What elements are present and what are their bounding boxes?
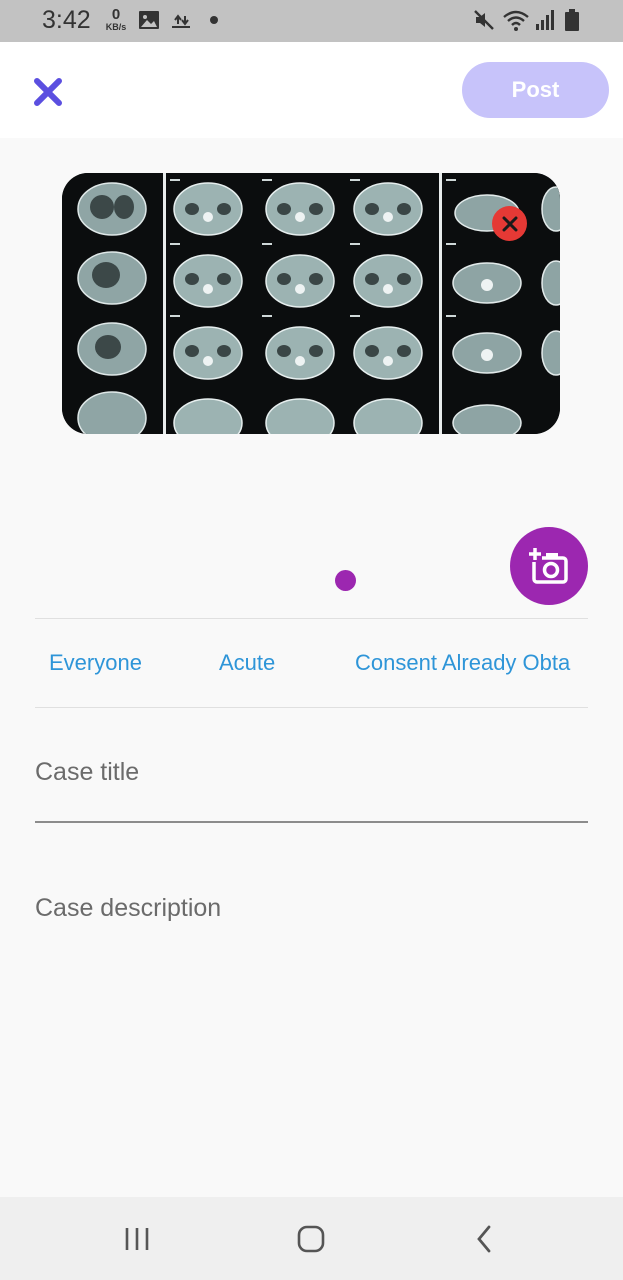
visibility-option[interactable]: Everyone <box>49 650 142 676</box>
home-icon <box>297 1225 325 1253</box>
recent-apps-button[interactable] <box>115 1217 159 1261</box>
system-nav-bar <box>0 1197 623 1280</box>
battery-icon <box>563 8 587 32</box>
attached-image <box>62 173 560 434</box>
pager-dot <box>335 570 356 591</box>
notification-dot-icon <box>210 16 218 24</box>
case-description-placeholder: Case description <box>35 894 222 922</box>
gallery-icon <box>137 8 161 32</box>
back-icon <box>477 1225 491 1253</box>
severity-option[interactable]: Acute <box>219 650 275 676</box>
ct-scan-image <box>62 173 560 434</box>
home-button[interactable] <box>289 1217 333 1261</box>
divider <box>35 707 588 708</box>
case-options: Everyone Acute Consent Already Obta <box>0 620 623 707</box>
post-button[interactable]: Post <box>462 62 609 118</box>
close-icon <box>502 216 517 231</box>
back-button[interactable] <box>463 1217 507 1261</box>
wifi-icon <box>502 8 529 32</box>
network-speed-unit: KB/s <box>105 22 127 32</box>
case-title-placeholder: Case title <box>35 758 140 786</box>
add-photo-button[interactable] <box>510 527 588 605</box>
recent-apps-icon <box>125 1228 149 1250</box>
mute-icon <box>472 8 496 32</box>
consent-option[interactable]: Consent Already Obta <box>355 650 570 676</box>
remove-image-button[interactable] <box>492 206 527 241</box>
status-time: 3:42 <box>42 6 91 34</box>
case-description-input[interactable]: Case description <box>35 878 588 1178</box>
network-speed: 0 KB/s <box>103 7 129 35</box>
close-icon <box>34 78 62 106</box>
case-title-input[interactable]: Case title <box>35 740 588 823</box>
signal-icon <box>535 8 559 32</box>
add-photo-icon <box>528 548 568 584</box>
app-bar: Post <box>0 42 623 138</box>
cloud-transfer-icon <box>169 8 193 32</box>
divider <box>35 618 588 619</box>
network-speed-value: 0 <box>111 6 121 23</box>
close-button[interactable] <box>26 70 70 114</box>
status-bar: 3:42 0 KB/s <box>0 0 623 42</box>
